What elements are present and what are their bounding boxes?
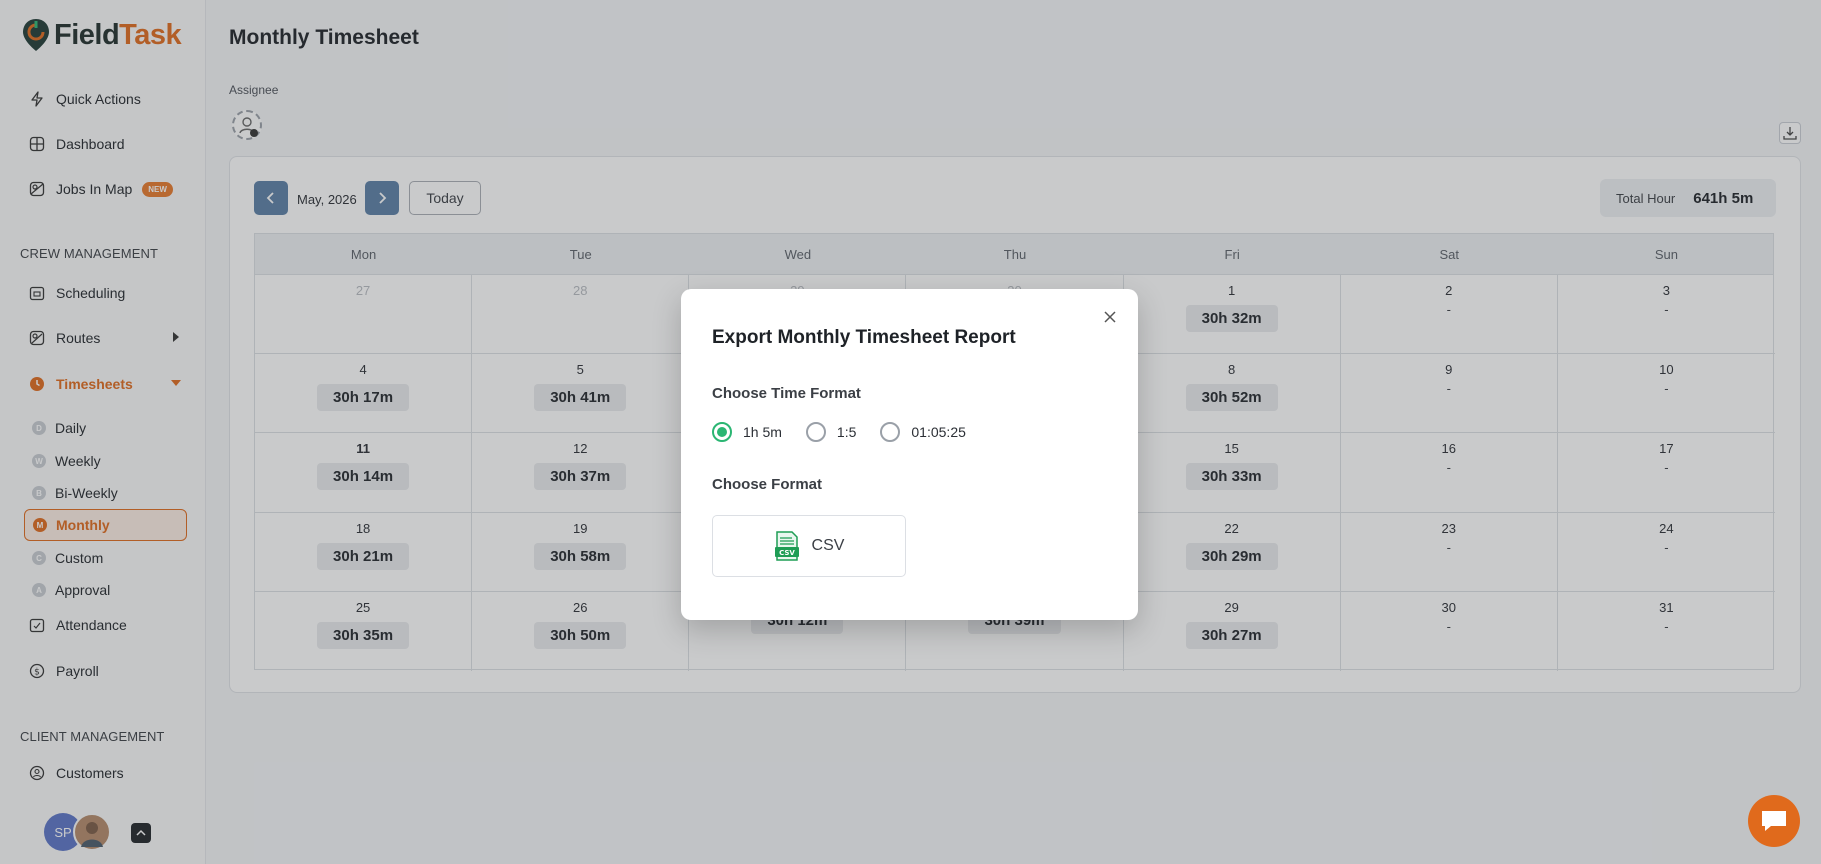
- csv-file-icon: CSV: [774, 531, 799, 561]
- format-heading: Choose Format: [712, 476, 823, 493]
- time-format-radio-hhmmss[interactable]: [880, 422, 901, 442]
- time-format-label-hhmmss: 01:05:25: [911, 424, 966, 440]
- time-format-label-1h5m: 1h 5m: [743, 424, 782, 440]
- time-format-label-colon: 1:5: [836, 424, 857, 440]
- time-format-options: 1h 5m 1:5 01:05:25: [712, 422, 990, 442]
- chat-button[interactable]: [1748, 795, 1800, 847]
- svg-text:CSV: CSV: [779, 549, 795, 557]
- csv-export-button[interactable]: CSV CSV: [712, 515, 906, 577]
- chat-icon: [1762, 811, 1786, 831]
- export-modal: Export Monthly Timesheet Report Choose T…: [681, 289, 1138, 620]
- close-icon[interactable]: [1102, 309, 1118, 325]
- time-format-heading: Choose Time Format: [712, 385, 861, 402]
- modal-title: Export Monthly Timesheet Report: [712, 327, 1016, 348]
- time-format-radio-colon[interactable]: [805, 422, 826, 442]
- csv-label: CSV: [811, 537, 845, 554]
- time-format-radio-1h5m[interactable]: [712, 422, 732, 442]
